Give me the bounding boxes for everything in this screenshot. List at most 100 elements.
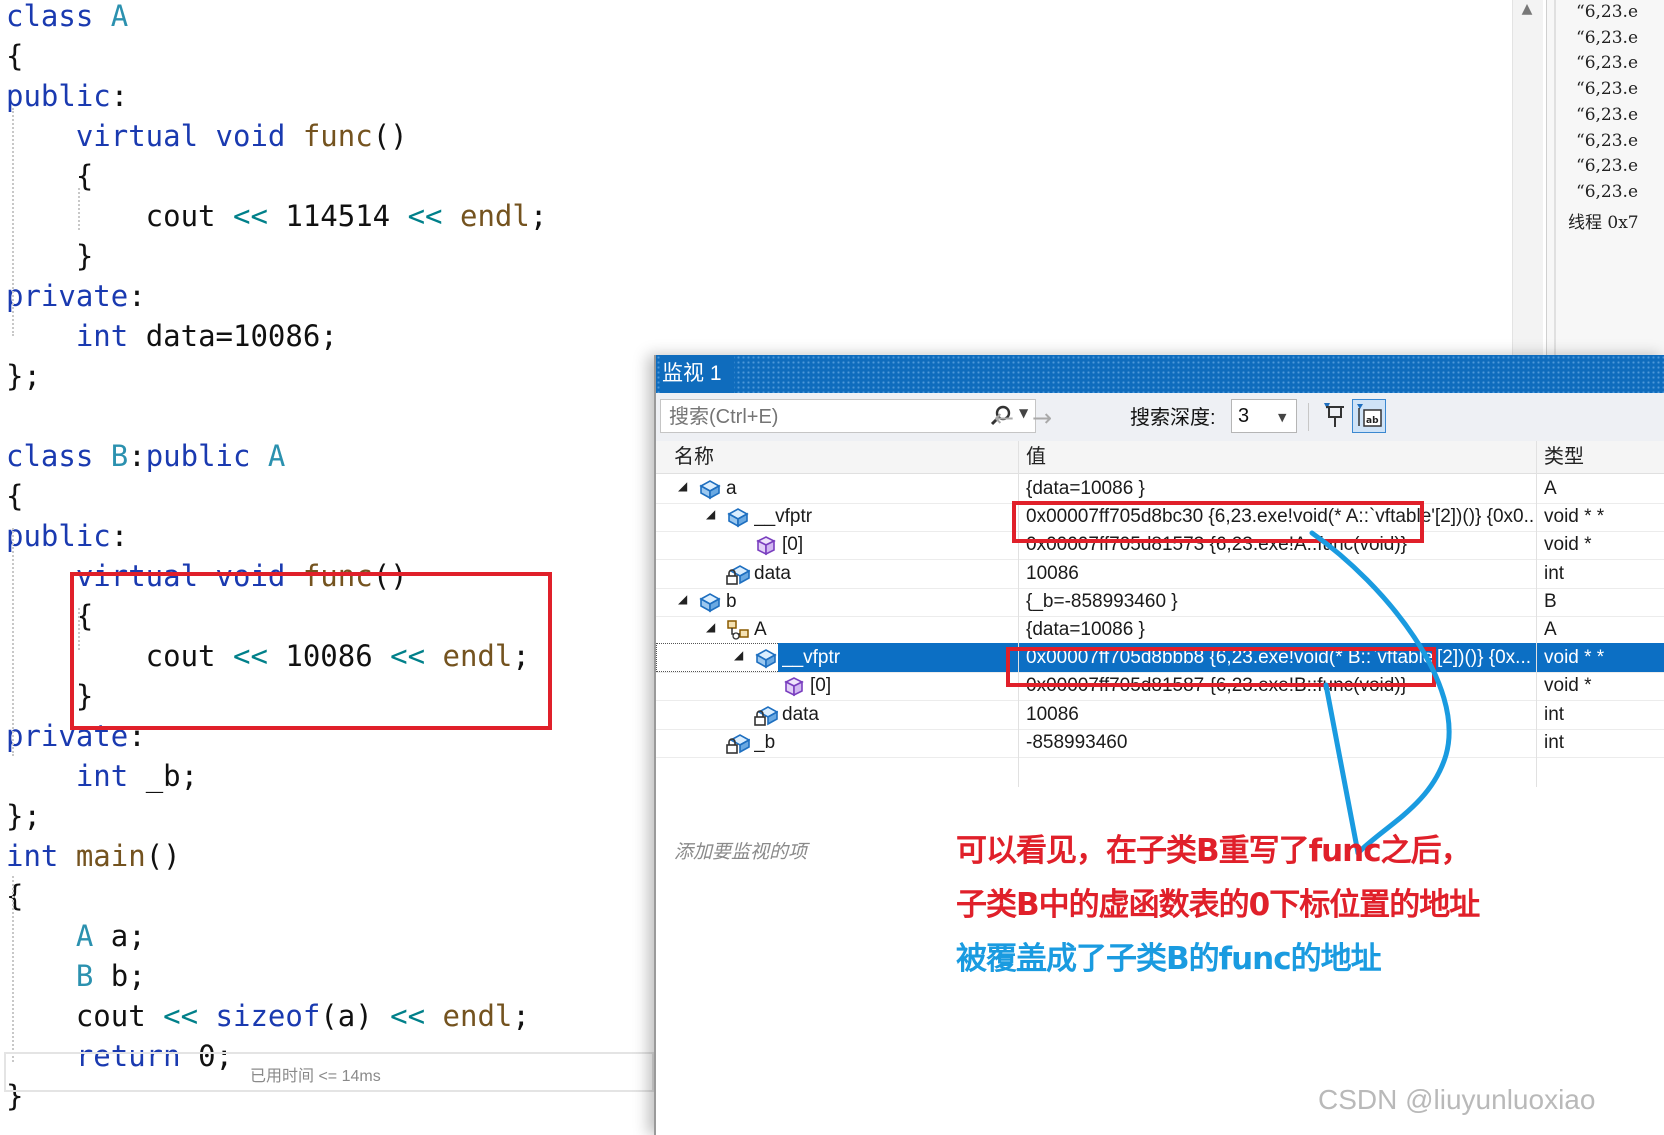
code-token: {	[6, 39, 24, 73]
code-line: class A	[6, 0, 128, 36]
output-panel-divider	[1554, 0, 1556, 355]
output-line: “6,23.e	[1576, 104, 1639, 125]
code-token: A	[110, 0, 129, 33]
code-token: <<	[163, 999, 199, 1033]
code-token: ;	[529, 199, 548, 233]
code-token: main	[75, 839, 146, 873]
code-token: };	[6, 359, 41, 393]
code-token: virtual	[75, 119, 216, 153]
code-token: class	[6, 0, 111, 33]
annotation-line-2: 子类B中的虚函数表的0下标位置的地址	[956, 887, 1480, 923]
output-line: “6,23.e	[1576, 2, 1639, 22]
code-token: <<	[232, 199, 268, 233]
code-token: int	[75, 319, 146, 353]
code-token: public	[145, 439, 268, 473]
code-token: void	[215, 119, 303, 153]
code-token: :	[128, 279, 146, 313]
code-token: ;	[512, 999, 530, 1033]
code-token: ()	[145, 839, 181, 873]
code-line: A a;	[6, 916, 146, 956]
code-line: int _b;	[6, 756, 198, 796]
code-token: sizeof	[215, 999, 321, 1033]
highlight-box-b-func	[70, 572, 552, 730]
annotation-line-3: 被覆盖成了子类B的func的地址	[956, 941, 1382, 977]
code-token: {	[6, 159, 94, 193]
code-token: b;	[110, 959, 146, 993]
code-token: cout	[6, 199, 233, 233]
output-line: “6,23.e	[1576, 181, 1639, 202]
code-line: B b;	[6, 956, 146, 996]
code-line: cout << 114514 << endl;	[6, 196, 548, 236]
output-line: “6,23.e	[1576, 79, 1639, 100]
code-line: public:	[6, 516, 128, 556]
code-token: cout	[6, 999, 164, 1033]
code-line: }	[6, 236, 93, 276]
output-line: “6,23.e	[1576, 53, 1639, 74]
code-token: :	[110, 79, 129, 113]
output-line: 线程 0x7	[1568, 212, 1639, 233]
indent-guide	[12, 876, 14, 1062]
code-line: };	[6, 356, 41, 396]
code-token: :	[110, 519, 129, 553]
code-token: class	[6, 439, 111, 473]
code-token: <<	[407, 199, 443, 233]
code-line: virtual void func()	[6, 116, 408, 156]
code-line: cout << sizeof(a) << endl;	[6, 996, 530, 1036]
code-token: private	[6, 279, 129, 313]
watermark: CSDN @liuyunluoxiao	[1318, 1084, 1596, 1115]
code-line: {	[6, 156, 93, 196]
code-token: {	[6, 879, 24, 913]
code-token: B	[75, 959, 111, 993]
code-token: _b;	[145, 759, 199, 793]
code-line: int data=10086;	[6, 316, 338, 356]
code-token: endl	[442, 999, 513, 1033]
code-token: endl	[459, 199, 530, 233]
output-line: “6,23.e	[1576, 156, 1639, 177]
code-line: {	[6, 876, 23, 916]
code-token: {	[6, 479, 24, 513]
code-token: <<	[390, 999, 426, 1033]
output-line: “6,23.e	[1576, 130, 1639, 151]
code-line: private:	[6, 276, 146, 316]
code-token: }	[6, 239, 94, 273]
code-token: public	[6, 79, 111, 113]
code-line: public:	[6, 76, 128, 116]
code-token: 114514	[267, 199, 408, 233]
indent-guide	[12, 528, 14, 756]
code-line: int main()	[6, 836, 181, 876]
indent-guide	[12, 108, 14, 336]
code-line: {	[6, 36, 23, 76]
code-token: data=10086;	[145, 319, 338, 353]
editor-scrollbar[interactable]	[1512, 0, 1543, 355]
code-token: A	[267, 439, 286, 473]
code-line: {	[6, 476, 23, 516]
indent-guide	[78, 188, 80, 230]
elapsed-time-hint: 已用时间 <= 14ms	[250, 1068, 381, 1085]
code-line: };	[6, 796, 41, 836]
code-line: class B:public A	[6, 436, 285, 476]
code-token: (a)	[320, 999, 391, 1033]
code-token: B	[110, 439, 129, 473]
annotation-line-1: 可以看见，在子类B重写了func之后，	[956, 833, 1472, 869]
code-token: a;	[110, 919, 146, 953]
code-token: int	[6, 839, 76, 873]
code-token: ()	[372, 119, 408, 153]
scroll-up-arrow-icon[interactable]: ▲	[1514, 0, 1540, 18]
code-token: func	[302, 119, 373, 153]
annotation-arrow	[1309, 530, 1452, 856]
code-token: A	[75, 919, 111, 953]
code-token: };	[6, 799, 41, 833]
code-token: :	[128, 439, 146, 473]
code-token: public	[6, 519, 111, 553]
watch-window: 监视 1 ▼ ← → 搜索深度: 3 ▼ ab 名称	[654, 355, 1664, 1135]
code-token: int	[75, 759, 146, 793]
